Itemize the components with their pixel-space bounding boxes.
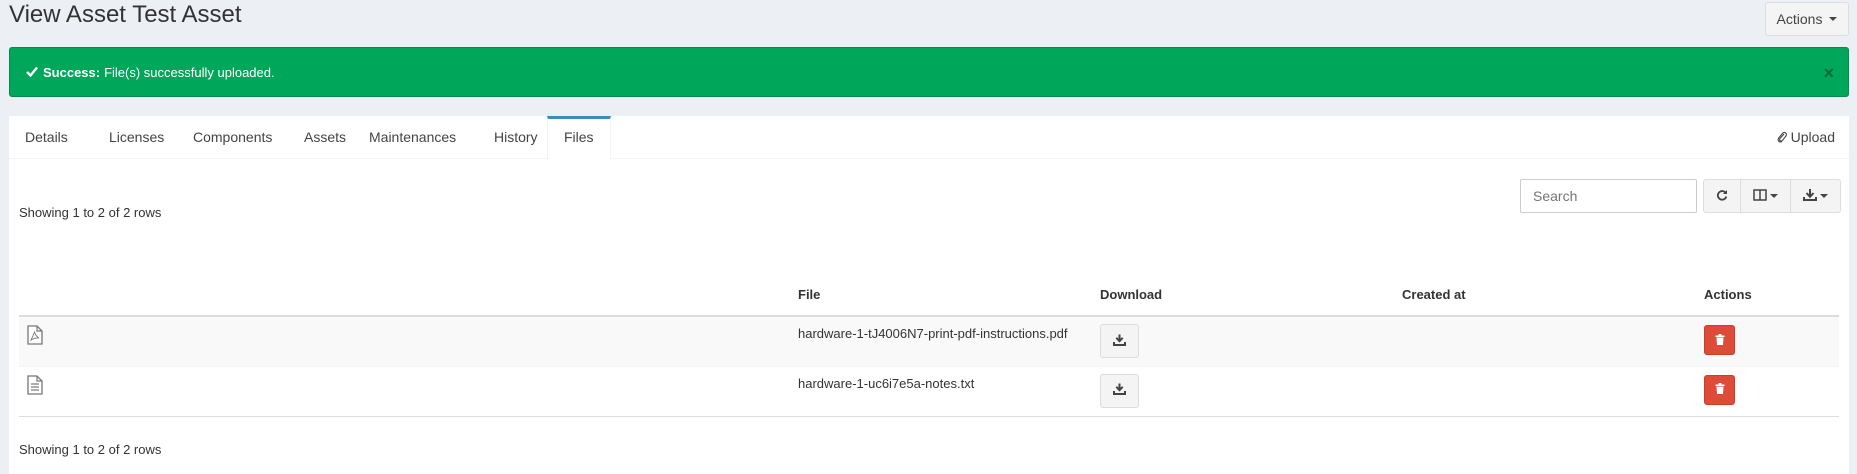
tab-details[interactable]: Details xyxy=(9,116,84,159)
download-button[interactable] xyxy=(1100,373,1139,408)
actions-cell xyxy=(1704,365,1839,417)
check-icon xyxy=(26,65,38,80)
file-name-cell: hardware-1-tJ4006N7-print-pdf-instructio… xyxy=(798,315,1100,366)
column-header-actions: Actions xyxy=(1704,274,1839,317)
column-header-created-at[interactable]: Created at xyxy=(1402,274,1704,317)
tab-history[interactable]: History xyxy=(478,116,554,159)
tab-bar: Details Licenses Components Assets Maint… xyxy=(9,116,1849,160)
tab-licenses[interactable]: Licenses xyxy=(93,116,180,159)
upload-label: Upload xyxy=(1790,129,1835,145)
pdf-file-icon xyxy=(27,325,43,348)
actions-button[interactable]: Actions xyxy=(1765,2,1849,36)
alert-message: File(s) successfully uploaded. xyxy=(104,64,275,80)
text-file-icon xyxy=(27,374,43,398)
trash-icon xyxy=(1715,333,1725,348)
file-type-cell xyxy=(19,315,798,366)
download-cell xyxy=(1100,365,1402,417)
paperclip-icon xyxy=(1777,129,1791,145)
upload-link[interactable]: Upload xyxy=(1777,116,1835,159)
download-icon xyxy=(1113,334,1126,349)
download-icon xyxy=(1803,188,1817,204)
page-title: View Asset Test Asset xyxy=(9,1,242,28)
table-toolbar xyxy=(1703,179,1841,213)
caret-down-icon xyxy=(1820,194,1828,198)
tab-assets[interactable]: Assets xyxy=(288,116,362,159)
delete-button[interactable] xyxy=(1704,374,1735,405)
pagination-info-top: Showing 1 to 2 of 2 rows xyxy=(19,205,162,220)
asset-box: Details Licenses Components Assets Maint… xyxy=(9,116,1849,474)
table-row: hardware-1-tJ4006N7-print-pdf-instructio… xyxy=(19,315,1839,366)
tab-files[interactable]: Files xyxy=(547,116,611,160)
export-button[interactable] xyxy=(1791,179,1841,213)
success-alert: Success: File(s) successfully uploaded. … xyxy=(9,47,1849,97)
file-type-cell xyxy=(19,365,798,417)
column-header-download[interactable]: Download xyxy=(1100,274,1402,317)
search-input[interactable] xyxy=(1520,179,1697,213)
download-button[interactable] xyxy=(1100,324,1139,358)
created-at-cell xyxy=(1402,315,1704,366)
caret-down-icon xyxy=(1829,17,1838,21)
files-table: File Download Created at Actions hardwar… xyxy=(19,274,1839,417)
trash-icon xyxy=(1715,382,1725,397)
column-header-file[interactable]: File xyxy=(798,274,1100,317)
alert-title: Success: xyxy=(43,64,101,80)
columns-icon xyxy=(1753,188,1767,204)
actions-label: Actions xyxy=(1776,11,1823,27)
tab-components[interactable]: Components xyxy=(177,116,288,159)
column-header-icon xyxy=(19,274,798,317)
download-cell xyxy=(1100,315,1402,366)
columns-button[interactable] xyxy=(1741,179,1791,213)
file-name-cell: hardware-1-uc6i7e5a-notes.txt xyxy=(798,365,1100,417)
caret-down-icon xyxy=(1770,194,1778,198)
created-at-cell xyxy=(1402,365,1704,417)
alert-close-button[interactable]: × xyxy=(1823,63,1834,84)
actions-cell xyxy=(1704,315,1839,366)
download-icon xyxy=(1113,383,1126,398)
delete-button[interactable] xyxy=(1704,325,1735,355)
refresh-icon xyxy=(1716,188,1728,204)
table-header-row: File Download Created at Actions xyxy=(19,274,1839,317)
table-row: hardware-1-uc6i7e5a-notes.txt xyxy=(19,365,1839,417)
tab-maintenances[interactable]: Maintenances xyxy=(353,116,472,159)
refresh-button[interactable] xyxy=(1703,179,1741,213)
pagination-info-bottom: Showing 1 to 2 of 2 rows xyxy=(19,442,162,457)
